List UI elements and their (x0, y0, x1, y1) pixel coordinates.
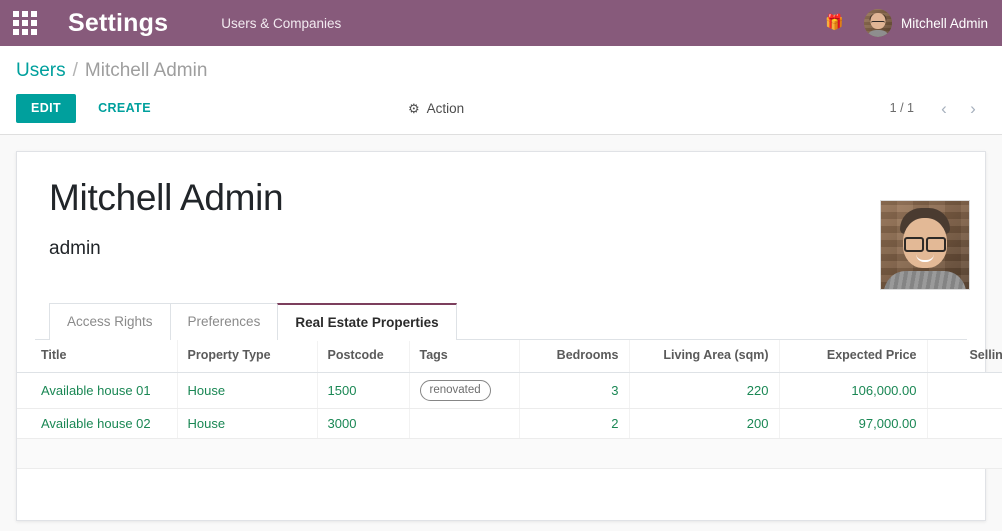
top-navbar: Settings Users & Companies 🎁 Mitchell Ad… (0, 0, 1002, 46)
notebook: Access Rights Preferences Real Estate Pr… (49, 302, 953, 469)
cell-title: Available house 02 (17, 409, 177, 439)
tab-preferences[interactable]: Preferences (170, 303, 279, 340)
breadcrumb-item-current: Mitchell Admin (85, 60, 208, 82)
cell-expected-price: 106,000.00 (779, 372, 927, 408)
record-sheet: Mitchell Admin admin Access Rights Prefe… (16, 151, 986, 521)
sheet-container: Mitchell Admin admin Access Rights Prefe… (0, 135, 1002, 521)
properties-table: Title Property Type Postcode Tags Bedroo… (17, 340, 1002, 469)
navbar-right-group: 🎁 Mitchell Admin (825, 9, 988, 37)
table-row[interactable]: Available house 01 House 1500 renovated … (17, 372, 1002, 408)
cell-living-area: 220 (629, 372, 779, 408)
cell-bedrooms: 2 (519, 409, 629, 439)
breadcrumb-separator: / (73, 60, 78, 82)
tab-access-rights[interactable]: Access Rights (49, 303, 171, 340)
pager-previous-button[interactable]: ‹ (931, 95, 957, 121)
record-login: admin (49, 238, 953, 260)
action-dropdown-label: Action (427, 101, 465, 116)
gear-icon: ⚙ (408, 102, 420, 115)
action-dropdown[interactable]: ⚙ Action (408, 101, 464, 116)
pager-count: 1 / 1 (890, 101, 914, 115)
notebook-tabs: Access Rights Preferences Real Estate Pr… (35, 302, 967, 340)
apps-launcher-button[interactable] (10, 8, 40, 38)
avatar-image[interactable] (880, 200, 970, 290)
cell-property-type: House (177, 409, 317, 439)
cell-tags (409, 409, 519, 439)
properties-table-body: Available house 01 House 1500 renovated … (17, 372, 1002, 468)
table-empty-row (17, 439, 1002, 469)
cell-selling-price: 0.00 (927, 372, 1002, 408)
create-button[interactable]: CREATE (85, 94, 164, 123)
control-panel-actions: EDIT CREATE ⚙ Action 1 / 1 ‹ › (16, 86, 986, 134)
column-header-selling-price[interactable]: Selling Price (927, 340, 1002, 373)
cell-expected-price: 97,000.00 (779, 409, 927, 439)
column-header-expected-price[interactable]: Expected Price (779, 340, 927, 373)
cell-empty (17, 439, 1002, 469)
column-header-bedrooms[interactable]: Bedrooms (519, 340, 629, 373)
record-header: Mitchell Admin admin (49, 178, 953, 261)
cell-property-type: House (177, 372, 317, 408)
pager: 1 / 1 ‹ › (890, 95, 986, 121)
avatar (864, 9, 892, 37)
column-header-property-type[interactable]: Property Type (177, 340, 317, 373)
gift-icon[interactable]: 🎁 (825, 15, 844, 30)
cell-tags: renovated (409, 372, 519, 408)
column-header-postcode[interactable]: Postcode (317, 340, 409, 373)
cell-living-area: 200 (629, 409, 779, 439)
status-badge: renovated (420, 380, 491, 401)
user-menu-label: Mitchell Admin (901, 16, 988, 31)
cell-title: Available house 01 (17, 372, 177, 408)
menu-users-and-companies[interactable]: Users & Companies (221, 16, 341, 31)
tab-real-estate-properties[interactable]: Real Estate Properties (277, 303, 456, 340)
app-brand-title[interactable]: Settings (68, 9, 168, 38)
cell-postcode: 3000 (317, 409, 409, 439)
table-row[interactable]: Available house 02 House 3000 2 200 97,0… (17, 409, 1002, 439)
column-header-living-area[interactable]: Living Area (sqm) (629, 340, 779, 373)
table-header-row: Title Property Type Postcode Tags Bedroo… (17, 340, 1002, 373)
breadcrumb-item-users[interactable]: Users (16, 60, 66, 82)
column-header-tags[interactable]: Tags (409, 340, 519, 373)
page-title: Mitchell Admin (49, 178, 953, 219)
apps-grid-icon (13, 11, 37, 35)
cell-selling-price: 0.00 (927, 409, 1002, 439)
edit-button[interactable]: EDIT (16, 94, 76, 123)
breadcrumb: Users / Mitchell Admin (16, 46, 986, 86)
cell-bedrooms: 3 (519, 372, 629, 408)
control-panel: Users / Mitchell Admin EDIT CREATE ⚙ Act… (0, 46, 1002, 135)
properties-table-head: Title Property Type Postcode Tags Bedroo… (17, 340, 1002, 373)
user-menu[interactable]: Mitchell Admin (864, 9, 988, 37)
pager-next-button[interactable]: › (960, 95, 986, 121)
column-header-title[interactable]: Title (17, 340, 177, 373)
cell-postcode: 1500 (317, 372, 409, 408)
